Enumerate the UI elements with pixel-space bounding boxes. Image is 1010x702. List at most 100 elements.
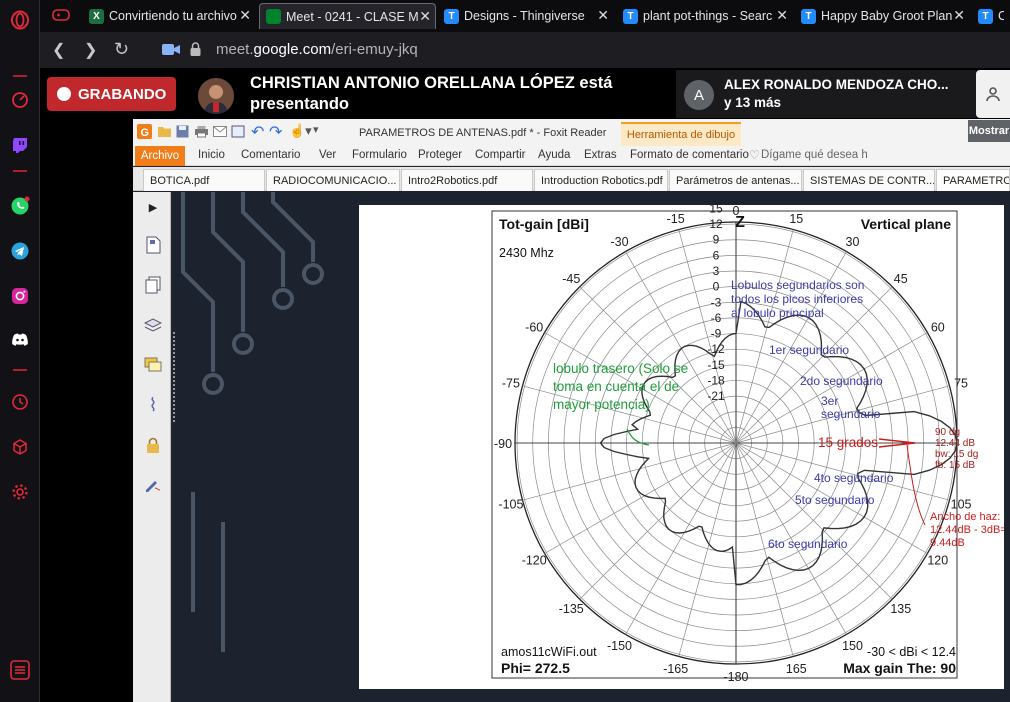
doc-tab-label: PARAMETROS	[943, 174, 1009, 187]
camera-icon[interactable]	[162, 43, 180, 61]
speed-dial-icon[interactable]	[8, 88, 32, 112]
doc-tab-3[interactable]: Intro2Robotics.pdf	[401, 169, 533, 191]
gamepad-icon[interactable]	[52, 8, 70, 27]
settings-gear-icon[interactable]	[8, 480, 32, 504]
participants-summary[interactable]: A ALEX RONALDO MENDOZA CHO... y 13 más	[676, 70, 976, 118]
tell-me-input[interactable]: Dígame qué desea h	[761, 149, 868, 161]
telegram-icon[interactable]	[8, 239, 32, 263]
splitter-handle[interactable]	[173, 332, 177, 422]
back-icon[interactable]: ❮	[52, 40, 65, 60]
url-field[interactable]: meet.google.com/eri-emuy-jkq	[216, 41, 418, 58]
layers-icon[interactable]	[143, 275, 163, 295]
menu-inicio[interactable]: Inicio	[198, 149, 225, 161]
angle-label: -120	[522, 554, 547, 568]
recording-label: GRABANDO	[78, 85, 167, 103]
stack-icon[interactable]	[143, 315, 163, 335]
signature-icon[interactable]	[143, 475, 163, 495]
email-icon[interactable]	[213, 125, 227, 140]
customize-toolbar-icon[interactable]: ▾	[313, 123, 319, 136]
extensions-cube-icon[interactable]	[8, 435, 32, 459]
menu-compartir[interactable]: Compartir	[475, 149, 525, 161]
pages-icon[interactable]	[143, 235, 163, 255]
doc-tab-2[interactable]: RADIOCOMUNICACIO...	[266, 169, 400, 191]
thingiverse-favicon-icon: T	[444, 8, 459, 24]
participant-avatar: A	[684, 80, 714, 110]
security-lock-icon[interactable]	[143, 435, 163, 455]
print-icon[interactable]	[194, 125, 209, 141]
lock-icon[interactable]	[190, 42, 201, 61]
browser-tab-3[interactable]: T Designs - Thingiverse ✕	[438, 3, 613, 29]
tab-close-icon[interactable]: ✕	[953, 7, 965, 24]
comments-icon[interactable]	[143, 355, 163, 375]
instagram-icon[interactable]	[8, 284, 32, 308]
tab-close-icon[interactable]: ✕	[419, 8, 431, 25]
left-tool-panel: ▶ ⌇	[133, 192, 171, 702]
participant-more: y 13 más	[724, 95, 782, 110]
doc-tab-6[interactable]: SISTEMAS DE CONTR...	[803, 169, 935, 191]
menu-proteger[interactable]: Proteger	[418, 149, 462, 161]
menu-archivo[interactable]: Archivo	[135, 146, 185, 166]
menu-ver[interactable]: Ver	[319, 149, 336, 161]
doc-tab-4[interactable]: Introduction Robotics.pdf	[534, 169, 668, 191]
tab-close-icon[interactable]: ✕	[597, 7, 609, 24]
browser-tab-2[interactable]: Meet - 0241 - CLASE M ✕	[259, 3, 436, 29]
radial-tick-label: -6	[711, 311, 722, 325]
mostrar-button[interactable]: Mostrar	[968, 120, 1010, 142]
browser-tab-4[interactable]: Tplant pot-things - Searc ✕	[617, 3, 792, 29]
discord-icon[interactable]	[8, 328, 32, 352]
menu-comentario[interactable]: Comentario	[241, 149, 300, 161]
excel-favicon-icon: X	[89, 8, 104, 24]
doc-tab-5[interactable]: Parámetros de antenas...	[669, 169, 802, 191]
angle-label: -75	[502, 377, 520, 391]
plane-label: Vertical plane	[861, 216, 951, 232]
reload-icon[interactable]: ↻	[114, 39, 129, 60]
browser-tab-1[interactable]: X Convirtiendo tu archivo ✕	[83, 3, 255, 29]
back-lobe-note: lobulo trasero (Solo se	[553, 361, 688, 376]
secondary-lobe-definition: todos los picos inferiores	[731, 292, 863, 306]
browser-tab-5[interactable]: T Happy Baby Groot Plan ✕	[795, 3, 969, 29]
tab-title: Convirtiendo tu archivo	[109, 9, 237, 23]
history-icon[interactable]	[8, 390, 32, 414]
hand-tool-icon[interactable]: ☝▾	[289, 123, 312, 139]
people-button[interactable]	[976, 70, 1010, 118]
menu-extras[interactable]: Extras	[584, 149, 617, 161]
doc-tab-1[interactable]: BOTICA.pdf	[143, 169, 265, 191]
tab-close-icon[interactable]: ✕	[239, 7, 251, 24]
attachment-icon[interactable]: ⌇	[143, 395, 163, 415]
forward-icon[interactable]: ❯	[84, 40, 97, 60]
open-folder-icon[interactable]	[157, 125, 172, 141]
screenshot-icon[interactable]	[231, 125, 245, 141]
radial-tick-label: -9	[711, 327, 722, 341]
redo-icon[interactable]: ↷	[269, 122, 282, 142]
doc-tab-label: Parámetros de antenas...	[676, 174, 800, 187]
beamwidth-calc-note: 12.44dB - 3dB=	[930, 524, 1004, 536]
whatsapp-icon[interactable]	[8, 194, 32, 218]
menu-formato-comentario[interactable]: Formato de comentario	[630, 149, 749, 161]
opera-logo-icon[interactable]	[8, 8, 32, 32]
person-icon	[986, 87, 1000, 102]
sidebar-menu-icon[interactable]	[8, 658, 32, 682]
doc-tab-label: RADIOCOMUNICACIO...	[273, 174, 397, 187]
sidebar-separator	[13, 75, 27, 77]
document-title: PARAMETROS DE ANTENAS.pdf * - Foxit Read…	[359, 127, 607, 139]
radial-tick-label: -21	[707, 389, 725, 403]
save-icon[interactable]	[176, 125, 189, 141]
drawing-tool-tab[interactable]: Herramienta de dibujo	[621, 122, 741, 146]
lobe-label: 5to segundario	[795, 493, 875, 507]
menu-formulario[interactable]: Formulario	[352, 149, 407, 161]
recording-indicator[interactable]: GRABANDO	[47, 77, 176, 111]
tab-close-icon[interactable]: ✕	[776, 7, 788, 24]
expand-panel-icon[interactable]: ▶	[143, 197, 163, 217]
angle-label: 135	[890, 602, 911, 616]
beamwidth-calc-note: Ancho de haz:	[930, 511, 1000, 523]
angle-label: 75	[954, 377, 968, 391]
undo-icon[interactable]: ↶	[251, 122, 264, 142]
foxit-logo-icon[interactable]: G	[137, 124, 152, 142]
doc-tab-active[interactable]: PARAMETROS	[936, 169, 1010, 191]
document-tabs: BOTICA.pdf RADIOCOMUNICACIO... Intro2Rob…	[133, 167, 1010, 191]
angle-label: -150	[607, 639, 632, 653]
menu-ayuda[interactable]: Ayuda	[538, 149, 570, 161]
browser-tab-6[interactable]: T Ca	[972, 3, 1010, 29]
back-lobe-note: mayor potencia)	[553, 397, 650, 412]
twitch-icon[interactable]	[8, 133, 32, 157]
